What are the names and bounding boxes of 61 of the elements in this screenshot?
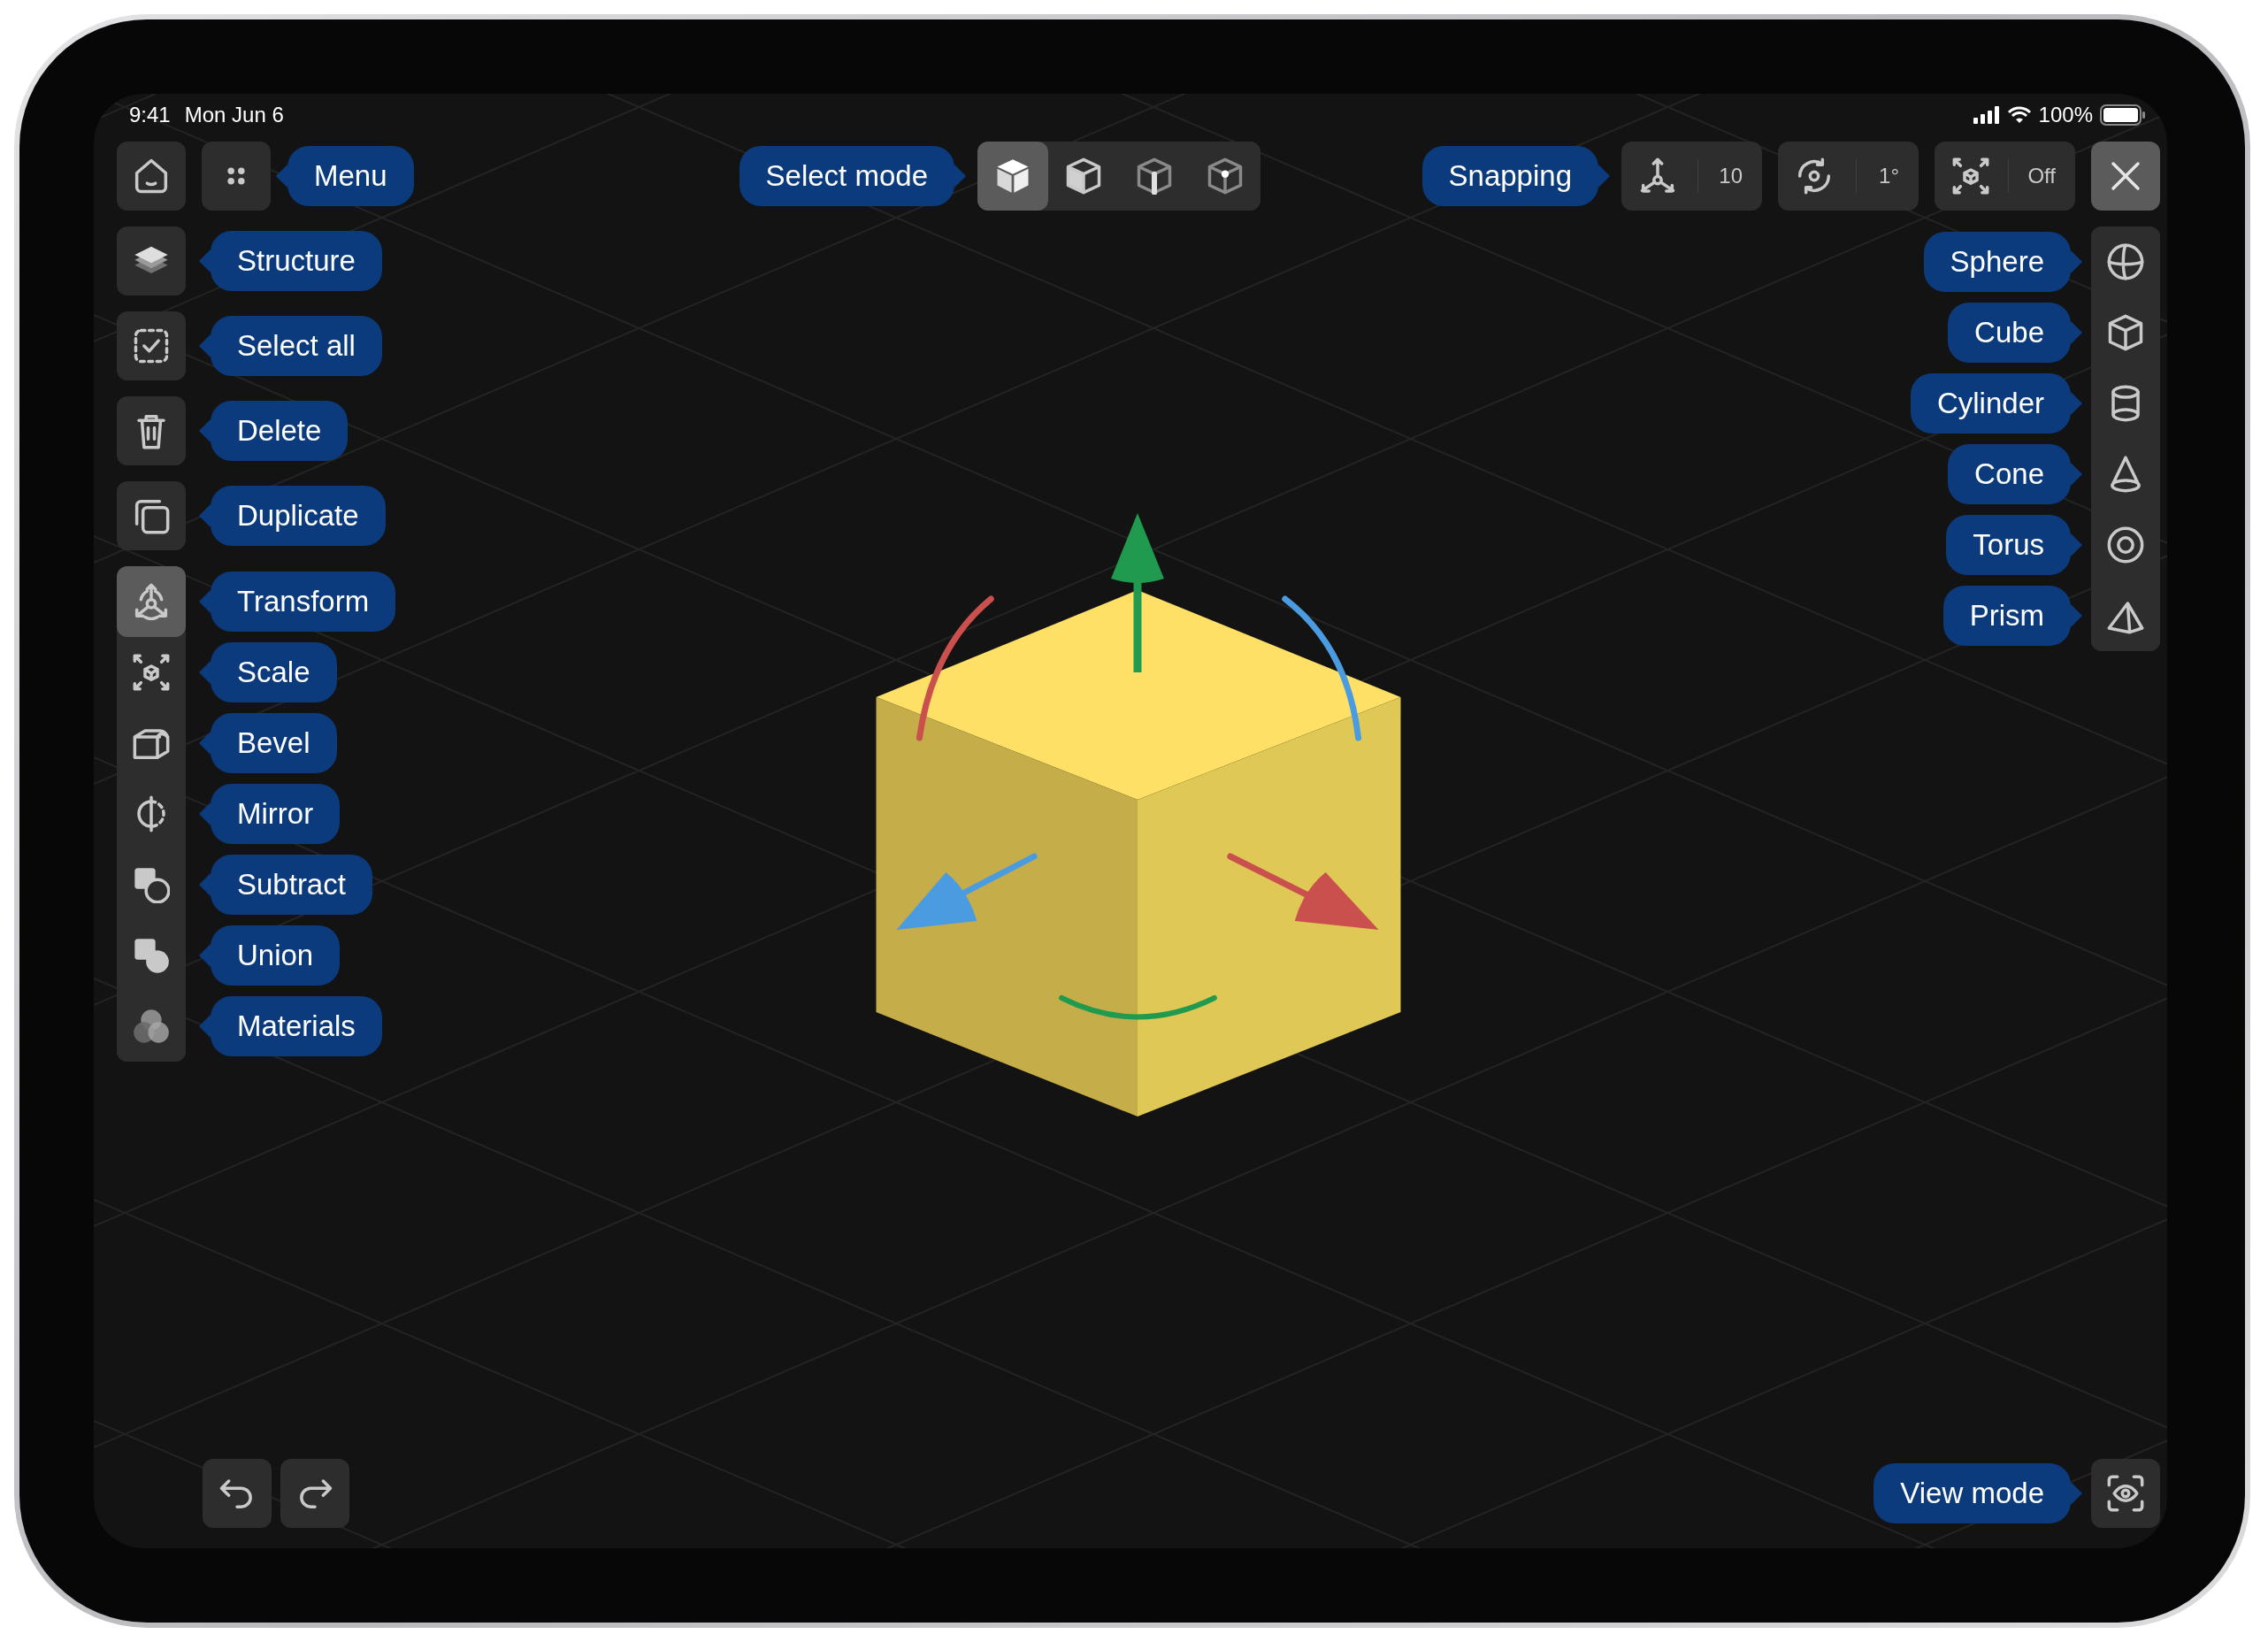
- signal-icon: [1973, 106, 2000, 124]
- snap-button[interactable]: 1°: [1778, 142, 1919, 211]
- tooltip: Structure: [199, 231, 382, 291]
- torus-icon: [2107, 526, 2144, 564]
- house-icon: [133, 157, 170, 195]
- material-spheres-icon: [133, 1008, 170, 1045]
- axes-icon: [1639, 157, 1676, 195]
- cube-vertex-icon: [1207, 157, 1244, 195]
- union-shapes-icon: [133, 937, 170, 974]
- tooltip: Prism: [1942, 586, 2082, 646]
- close-button[interactable]: [2091, 142, 2160, 211]
- scale-cube-icon: [1952, 157, 1989, 195]
- snap-button[interactable]: 10: [1621, 142, 1762, 211]
- tooltip: Duplicate: [199, 486, 386, 546]
- tooltip: Menu: [276, 146, 414, 206]
- battery-icon: [2100, 104, 2146, 126]
- cube-icon: [2107, 314, 2144, 351]
- tooltip: Bevel: [199, 713, 337, 773]
- dashed-check-icon: [133, 327, 170, 364]
- tooltip: Delete: [199, 401, 349, 461]
- tooltip: Mirror: [199, 784, 341, 844]
- cube-edge-icon: [1136, 157, 1173, 195]
- home-button[interactable]: [117, 142, 186, 211]
- tooltip: Subtract: [199, 855, 372, 915]
- tooltip: Select mode: [739, 146, 966, 206]
- eye-scan-icon: [2107, 1475, 2144, 1512]
- tooltip: Cone: [1948, 444, 2082, 504]
- subtract-shapes-icon: [133, 866, 170, 903]
- tooltip: Scale: [199, 642, 337, 702]
- mode-button[interactable]: [977, 142, 1048, 211]
- sphere-icon: [2107, 243, 2144, 280]
- tool-button[interactable]: [117, 566, 186, 637]
- redo-button[interactable]: [280, 1459, 349, 1528]
- view-mode-button[interactable]: [2091, 1459, 2160, 1528]
- status-date: Mon Jun 6: [184, 103, 284, 127]
- tool-button[interactable]: [117, 311, 186, 380]
- tool-button[interactable]: [117, 396, 186, 465]
- tooltip: View mode: [1873, 1463, 2082, 1523]
- scale-cube-icon: [133, 654, 170, 691]
- tooltip: Transform: [199, 572, 396, 632]
- tooltip: Cube: [1948, 303, 2082, 363]
- snap-button[interactable]: Off: [1935, 142, 2075, 211]
- undo-button[interactable]: [203, 1459, 272, 1528]
- copy-icon: [133, 497, 170, 534]
- tooltip: Snapping: [1421, 146, 1610, 206]
- tool-button[interactable]: [117, 226, 186, 295]
- battery-percent: 100%: [2038, 103, 2093, 127]
- solid-cube-icon: [994, 157, 1031, 195]
- cube-face-icon: [1065, 157, 1102, 195]
- tooltip: Materials: [199, 996, 382, 1056]
- tool-button[interactable]: [117, 481, 186, 550]
- status-time: 9:41: [129, 103, 171, 127]
- tooltip: Cylinder: [1910, 373, 2082, 434]
- gizmo-icon: [133, 583, 170, 620]
- tooltip: Select all: [199, 316, 382, 376]
- wifi-icon: [2006, 106, 2032, 124]
- tooltip: Torus: [1946, 515, 2082, 575]
- tooltip: Union: [199, 925, 341, 986]
- rotate-icon: [1796, 157, 1833, 195]
- tooltip: Sphere: [1923, 232, 2082, 292]
- menu-button[interactable]: [202, 142, 271, 211]
